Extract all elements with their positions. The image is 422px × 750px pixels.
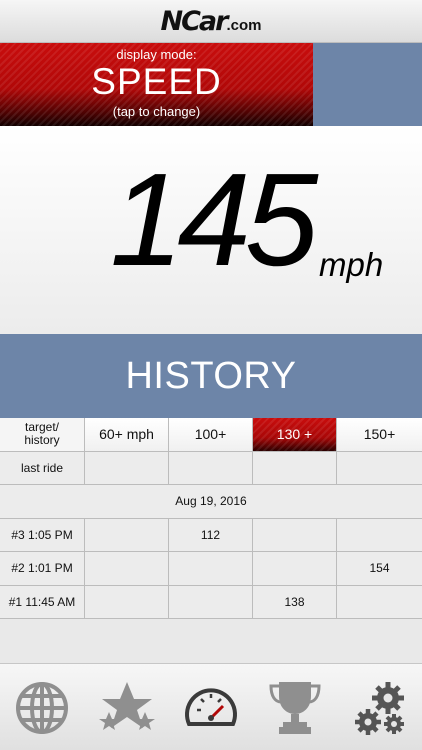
tab-stars[interactable] xyxy=(84,664,168,750)
table-cell xyxy=(253,518,337,551)
header-target-history: target/ history xyxy=(0,418,85,451)
stars-icon xyxy=(98,681,155,730)
globe-icon xyxy=(16,681,69,734)
display-mode-caption: display mode: xyxy=(116,47,197,62)
table-row-last-ride: last ride xyxy=(0,451,422,485)
logo-name: NCar xyxy=(160,6,229,37)
tab-speedometer[interactable] xyxy=(169,664,253,750)
tab-bar xyxy=(0,663,422,750)
display-mode-button[interactable]: display mode: SPEED (tap to change) xyxy=(0,43,313,126)
logo-domain: .com xyxy=(226,17,262,34)
header-130-selected[interactable]: 130 + xyxy=(253,418,337,451)
tab-settings[interactable] xyxy=(338,664,422,750)
table-header-row: target/ history 60+ mph 100+ 130 + 150+ xyxy=(0,418,422,452)
table-row[interactable]: #1 11:45 AM 138 xyxy=(0,585,422,619)
ncar-logo: NCar.com xyxy=(0,6,422,37)
table-cell: 154 xyxy=(337,552,422,585)
table-row[interactable]: #3 1:05 PM 112 xyxy=(0,518,422,552)
table-cell xyxy=(337,518,422,551)
history-table: target/ history 60+ mph 100+ 130 + 150+ … xyxy=(0,418,422,619)
tab-globe[interactable] xyxy=(0,664,84,750)
row-label: #3 1:05 PM xyxy=(0,518,85,551)
header-100[interactable]: 100+ xyxy=(169,418,253,451)
table-cell xyxy=(169,552,253,585)
table-cell: 112 xyxy=(169,518,253,551)
table-cell xyxy=(337,585,422,618)
row-label: #2 1:01 PM xyxy=(0,552,85,585)
table-cell xyxy=(85,518,169,551)
header-60-mph[interactable]: 60+ mph xyxy=(85,418,169,451)
speed-display: 145 mph xyxy=(0,126,422,334)
table-cell xyxy=(85,585,169,618)
gears-icon xyxy=(354,681,404,735)
table-cell xyxy=(85,451,169,484)
header-150[interactable]: 150+ xyxy=(337,418,422,451)
table-cell xyxy=(85,552,169,585)
speed-unit: mph xyxy=(319,246,384,283)
row-label: #1 11:45 AM xyxy=(0,585,85,618)
table-cell xyxy=(253,451,337,484)
table-row[interactable]: #2 1:01 PM 154 xyxy=(0,552,422,586)
display-mode-value: SPEED xyxy=(91,61,222,102)
table-cell xyxy=(169,585,253,618)
display-mode-hint: (tap to change) xyxy=(112,104,201,119)
speed-value: 145 xyxy=(110,146,318,293)
top-bar: NCar.com xyxy=(0,0,422,43)
history-title: HISTORY xyxy=(0,334,422,418)
table-cell xyxy=(337,451,422,484)
speedometer-icon xyxy=(185,687,237,726)
table-cell xyxy=(253,552,337,585)
header-label: target/ history xyxy=(24,420,60,448)
row-label: last ride xyxy=(0,451,85,484)
trophy-icon xyxy=(269,681,321,734)
date-row: Aug 19, 2016 xyxy=(0,485,422,519)
mode-side-panel xyxy=(313,43,422,126)
tab-trophy[interactable] xyxy=(253,664,337,750)
table-cell xyxy=(169,451,253,484)
table-cell: 138 xyxy=(253,585,337,618)
